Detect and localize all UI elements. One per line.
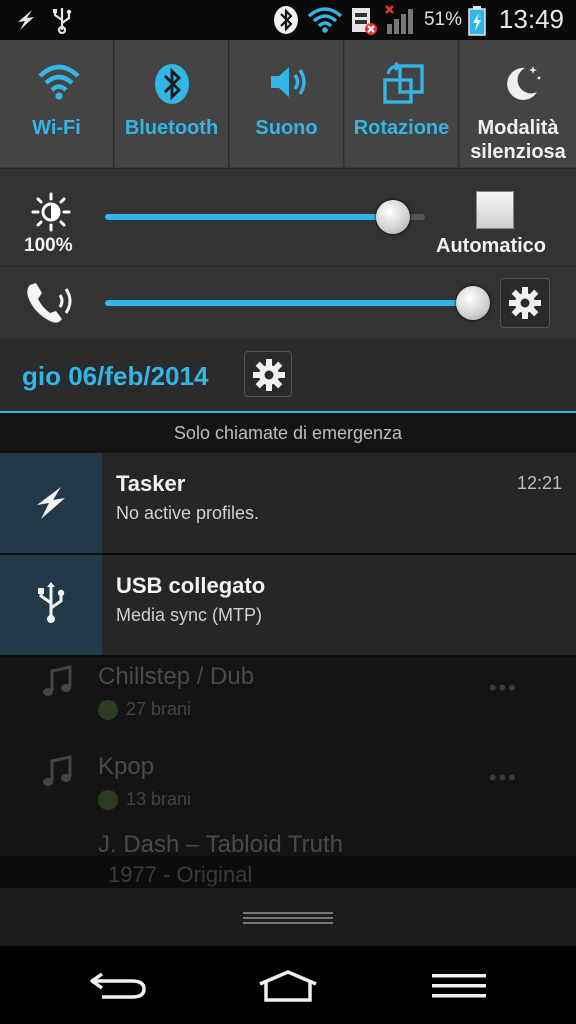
tasker-bolt-icon	[37, 487, 65, 519]
notification-usb[interactable]: USB collegato Media sync (MTP)	[0, 555, 576, 657]
menu-button-icon[interactable]	[432, 972, 486, 1000]
qs-label-bluetooth: Bluetooth	[124, 117, 219, 139]
music-note-icon	[43, 665, 72, 696]
ringer-volume-slider-fill	[105, 300, 473, 306]
notification-icon-box	[0, 453, 102, 553]
play-badge-icon	[98, 790, 118, 810]
drag-handle-icon	[243, 912, 333, 924]
brightness-slider[interactable]	[105, 200, 425, 234]
qs-label-rotation: Rotazione	[353, 117, 450, 139]
now-playing-bar: 1977 - Original	[0, 856, 576, 888]
qs-tile-sound[interactable]: Suono	[230, 40, 344, 167]
wifi-icon	[38, 64, 80, 100]
home-button-icon[interactable]	[256, 968, 320, 1004]
clock: 13:49	[498, 4, 564, 34]
bluetooth-icon	[274, 6, 298, 34]
qs-label-sound: Suono	[255, 117, 318, 139]
more-icon: •••	[488, 675, 518, 700]
qs-tile-bluetooth[interactable]: Bluetooth	[115, 40, 229, 167]
settings-button[interactable]	[244, 351, 292, 397]
ringer-panel	[0, 266, 576, 340]
background-list-title: J. Dash – Tabloid Truth	[98, 831, 344, 858]
auto-brightness-label: Automatico	[436, 235, 546, 257]
gear-icon	[253, 359, 285, 391]
panel-drag-handle[interactable]	[0, 888, 576, 946]
auto-brightness-checkbox[interactable]	[476, 191, 514, 229]
more-icon: •••	[488, 765, 518, 790]
qs-label-silent-mode: Modalità silenziosa	[470, 117, 566, 163]
play-badge-icon	[98, 700, 118, 720]
brightness-slider-knob[interactable]	[376, 200, 410, 234]
qs-tile-silent-mode[interactable]: Modalità silenziosa	[460, 40, 576, 167]
notification-tasker[interactable]: Tasker No active profiles. 12:21	[0, 453, 576, 555]
tasker-bolt-icon	[18, 10, 34, 30]
background-list-item: Chillstep / Dub 27 brani •••	[0, 663, 576, 753]
emergency-calls-text: Solo chiamate di emergenza	[173, 423, 403, 443]
music-note-icon	[43, 755, 72, 786]
battery-charging-icon	[468, 6, 486, 36]
notification-title: USB collegato	[116, 573, 266, 598]
navigation-bar	[0, 946, 576, 1024]
qs-tile-rotation[interactable]: Rotazione	[345, 40, 459, 167]
qs-label-wifi: Wi-Fi	[32, 117, 81, 139]
usb-icon	[38, 582, 65, 623]
notification-time: 12:21	[516, 473, 562, 493]
date-row: gio 06/feb/2014	[0, 339, 576, 413]
bluetooth-icon	[155, 64, 189, 104]
background-list-item: Kpop 13 brani •••	[0, 753, 576, 843]
quick-settings-panel: Wi-Fi Bluetooth Suono Rotazione Modalità…	[0, 40, 576, 168]
ringer-volume-slider-knob[interactable]	[456, 286, 490, 320]
status-bar: 51% 13:49	[0, 0, 576, 40]
speaker-icon	[271, 67, 306, 97]
background-list-title: Chillstep / Dub	[98, 663, 255, 690]
background-list-sub: 13 brani	[126, 789, 192, 809]
moon-icon	[507, 66, 541, 100]
notification-text: Media sync (MTP)	[116, 605, 263, 625]
gear-icon	[509, 287, 541, 319]
ringer-volume-slider[interactable]	[105, 286, 490, 320]
back-button-icon[interactable]	[88, 970, 148, 1002]
brightness-sun-icon	[31, 192, 71, 232]
phone-ringer-icon	[27, 283, 72, 323]
sim-error-icon	[352, 8, 377, 35]
usb-icon	[53, 8, 72, 34]
sound-settings-button[interactable]	[500, 278, 550, 328]
brightness-value: 100%	[24, 235, 73, 256]
rotation-icon	[383, 62, 424, 104]
battery-percent: 51%	[423, 9, 462, 30]
date-label: gio 06/feb/2014	[22, 361, 209, 391]
notification-icon-box	[0, 555, 102, 655]
wifi-icon	[307, 7, 343, 33]
brightness-panel: 100% Automatico	[0, 168, 576, 267]
notification-title: Tasker	[116, 471, 186, 496]
notification-text: No active profiles.	[116, 503, 260, 523]
qs-tile-wifi[interactable]: Wi-Fi	[0, 40, 114, 167]
background-list-sub: 27 brani	[126, 699, 192, 719]
brightness-slider-fill	[105, 214, 393, 220]
now-playing-title: 1977 - Original	[108, 862, 253, 887]
signal-icon	[385, 5, 413, 34]
background-list-title: Kpop	[98, 753, 155, 780]
